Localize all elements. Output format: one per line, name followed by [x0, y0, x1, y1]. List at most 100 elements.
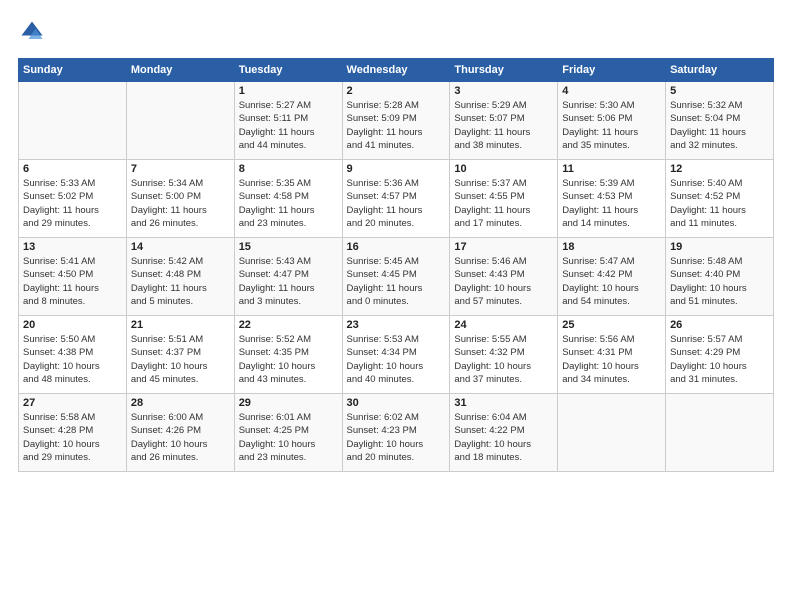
day-info: Sunrise: 5:30 AMSunset: 5:06 PMDaylight:… [562, 99, 661, 152]
weekday-header: Wednesday [342, 59, 450, 82]
calendar-cell: 11 Sunrise: 5:39 AMSunset: 4:53 PMDayligh… [558, 160, 666, 238]
day-number: 14 [131, 241, 230, 253]
day-number: 26 [670, 319, 769, 331]
calendar-cell: 5 Sunrise: 5:32 AMSunset: 5:04 PMDaylight… [666, 82, 774, 160]
day-number: 16 [347, 241, 446, 253]
day-info: Sunrise: 6:01 AMSunset: 4:25 PMDaylight:… [239, 411, 338, 464]
calendar-cell: 21 Sunrise: 5:51 AMSunset: 4:37 PMDayligh… [126, 316, 234, 394]
day-info: Sunrise: 5:37 AMSunset: 4:55 PMDaylight:… [454, 177, 553, 230]
day-info: Sunrise: 5:41 AMSunset: 4:50 PMDaylight:… [23, 255, 122, 308]
logo-icon [18, 18, 46, 46]
calendar-cell: 3 Sunrise: 5:29 AMSunset: 5:07 PMDaylight… [450, 82, 558, 160]
day-info: Sunrise: 5:51 AMSunset: 4:37 PMDaylight:… [131, 333, 230, 386]
weekday-header: Thursday [450, 59, 558, 82]
calendar-cell: 27 Sunrise: 5:58 AMSunset: 4:28 PMDayligh… [19, 394, 127, 472]
calendar-cell: 24Sunrise: 5:55 AMSunset: 4:32 PMDayligh… [450, 316, 558, 394]
calendar-cell: 2 Sunrise: 5:28 AMSunset: 5:09 PMDaylight… [342, 82, 450, 160]
calendar-cell: 8 Sunrise: 5:35 AMSunset: 4:58 PMDaylight… [234, 160, 342, 238]
day-number: 9 [347, 163, 446, 175]
calendar-cell: 9Sunrise: 5:36 AMSunset: 4:57 PMDaylight… [342, 160, 450, 238]
calendar-cell: 12 Sunrise: 5:40 AMSunset: 4:52 PMDayligh… [666, 160, 774, 238]
day-number: 15 [239, 241, 338, 253]
day-number: 30 [347, 397, 446, 409]
day-number: 11 [562, 163, 661, 175]
day-info: Sunrise: 6:00 AMSunset: 4:26 PMDaylight:… [131, 411, 230, 464]
day-number: 13 [23, 241, 122, 253]
day-number: 12 [670, 163, 769, 175]
header [18, 18, 774, 46]
logo [18, 18, 50, 46]
calendar-cell: 1 Sunrise: 5:27 AMSunset: 5:11 PMDaylight… [234, 82, 342, 160]
day-info: Sunrise: 5:47 AMSunset: 4:42 PMDaylight:… [562, 255, 661, 308]
calendar-cell: 15Sunrise: 5:43 AMSunset: 4:47 PMDayligh… [234, 238, 342, 316]
day-info: Sunrise: 5:27 AMSunset: 5:11 PMDaylight:… [239, 99, 338, 152]
calendar-cell: 14 Sunrise: 5:42 AMSunset: 4:48 PMDayligh… [126, 238, 234, 316]
day-number: 20 [23, 319, 122, 331]
day-info: Sunrise: 5:56 AMSunset: 4:31 PMDaylight:… [562, 333, 661, 386]
weekday-header: Saturday [666, 59, 774, 82]
calendar-cell: 20Sunrise: 5:50 AMSunset: 4:38 PMDayligh… [19, 316, 127, 394]
day-info: Sunrise: 5:28 AMSunset: 5:09 PMDaylight:… [347, 99, 446, 152]
calendar-cell: 28Sunrise: 6:00 AMSunset: 4:26 PMDayligh… [126, 394, 234, 472]
day-number: 4 [562, 85, 661, 97]
calendar-week-row: 20Sunrise: 5:50 AMSunset: 4:38 PMDayligh… [19, 316, 774, 394]
calendar-cell: 23 Sunrise: 5:53 AMSunset: 4:34 PMDayligh… [342, 316, 450, 394]
weekday-header: Monday [126, 59, 234, 82]
day-number: 18 [562, 241, 661, 253]
calendar-cell [126, 82, 234, 160]
day-info: Sunrise: 5:57 AMSunset: 4:29 PMDaylight:… [670, 333, 769, 386]
calendar-cell: 18 Sunrise: 5:47 AMSunset: 4:42 PMDayligh… [558, 238, 666, 316]
day-number: 23 [347, 319, 446, 331]
calendar-cell: 4 Sunrise: 5:30 AMSunset: 5:06 PMDaylight… [558, 82, 666, 160]
day-number: 21 [131, 319, 230, 331]
day-info: Sunrise: 5:29 AMSunset: 5:07 PMDaylight:… [454, 99, 553, 152]
day-info: Sunrise: 6:04 AMSunset: 4:22 PMDaylight:… [454, 411, 553, 464]
calendar-cell: 31 Sunrise: 6:04 AMSunset: 4:22 PMDayligh… [450, 394, 558, 472]
day-info: Sunrise: 5:39 AMSunset: 4:53 PMDaylight:… [562, 177, 661, 230]
day-info: Sunrise: 5:45 AMSunset: 4:45 PMDaylight:… [347, 255, 446, 308]
day-number: 2 [347, 85, 446, 97]
weekday-header: Tuesday [234, 59, 342, 82]
calendar-cell: 6 Sunrise: 5:33 AMSunset: 5:02 PMDaylight… [19, 160, 127, 238]
day-number: 17 [454, 241, 553, 253]
calendar-cell [19, 82, 127, 160]
day-number: 22 [239, 319, 338, 331]
calendar-table: SundayMondayTuesdayWednesdayThursdayFrid… [18, 58, 774, 472]
day-number: 25 [562, 319, 661, 331]
calendar-cell: 16 Sunrise: 5:45 AMSunset: 4:45 PMDayligh… [342, 238, 450, 316]
day-info: Sunrise: 5:42 AMSunset: 4:48 PMDaylight:… [131, 255, 230, 308]
day-info: Sunrise: 5:40 AMSunset: 4:52 PMDaylight:… [670, 177, 769, 230]
day-info: Sunrise: 5:34 AMSunset: 5:00 PMDaylight:… [131, 177, 230, 230]
calendar-cell: 10 Sunrise: 5:37 AMSunset: 4:55 PMDayligh… [450, 160, 558, 238]
day-info: Sunrise: 5:58 AMSunset: 4:28 PMDaylight:… [23, 411, 122, 464]
day-number: 5 [670, 85, 769, 97]
day-info: Sunrise: 5:52 AMSunset: 4:35 PMDaylight:… [239, 333, 338, 386]
day-number: 1 [239, 85, 338, 97]
calendar-cell: 26 Sunrise: 5:57 AMSunset: 4:29 PMDayligh… [666, 316, 774, 394]
weekday-header: Sunday [19, 59, 127, 82]
calendar-cell: 25 Sunrise: 5:56 AMSunset: 4:31 PMDayligh… [558, 316, 666, 394]
calendar-week-row: 6 Sunrise: 5:33 AMSunset: 5:02 PMDaylight… [19, 160, 774, 238]
calendar-cell: 13 Sunrise: 5:41 AMSunset: 4:50 PMDayligh… [19, 238, 127, 316]
day-number: 8 [239, 163, 338, 175]
day-number: 29 [239, 397, 338, 409]
day-number: 10 [454, 163, 553, 175]
day-info: Sunrise: 5:33 AMSunset: 5:02 PMDaylight:… [23, 177, 122, 230]
day-number: 3 [454, 85, 553, 97]
day-info: Sunrise: 5:32 AMSunset: 5:04 PMDaylight:… [670, 99, 769, 152]
calendar-cell: 22 Sunrise: 5:52 AMSunset: 4:35 PMDayligh… [234, 316, 342, 394]
day-number: 6 [23, 163, 122, 175]
day-number: 31 [454, 397, 553, 409]
calendar-cell: 17Sunrise: 5:46 AMSunset: 4:43 PMDayligh… [450, 238, 558, 316]
calendar-cell: 30Sunrise: 6:02 AMSunset: 4:23 PMDayligh… [342, 394, 450, 472]
calendar-week-row: 27 Sunrise: 5:58 AMSunset: 4:28 PMDayligh… [19, 394, 774, 472]
calendar-cell: 7Sunrise: 5:34 AMSunset: 5:00 PMDaylight… [126, 160, 234, 238]
day-number: 27 [23, 397, 122, 409]
day-info: Sunrise: 5:53 AMSunset: 4:34 PMDaylight:… [347, 333, 446, 386]
day-number: 24 [454, 319, 553, 331]
day-number: 19 [670, 241, 769, 253]
calendar-cell: 19Sunrise: 5:48 AMSunset: 4:40 PMDayligh… [666, 238, 774, 316]
calendar-week-row: 1 Sunrise: 5:27 AMSunset: 5:11 PMDaylight… [19, 82, 774, 160]
calendar-cell [558, 394, 666, 472]
day-info: Sunrise: 5:35 AMSunset: 4:58 PMDaylight:… [239, 177, 338, 230]
